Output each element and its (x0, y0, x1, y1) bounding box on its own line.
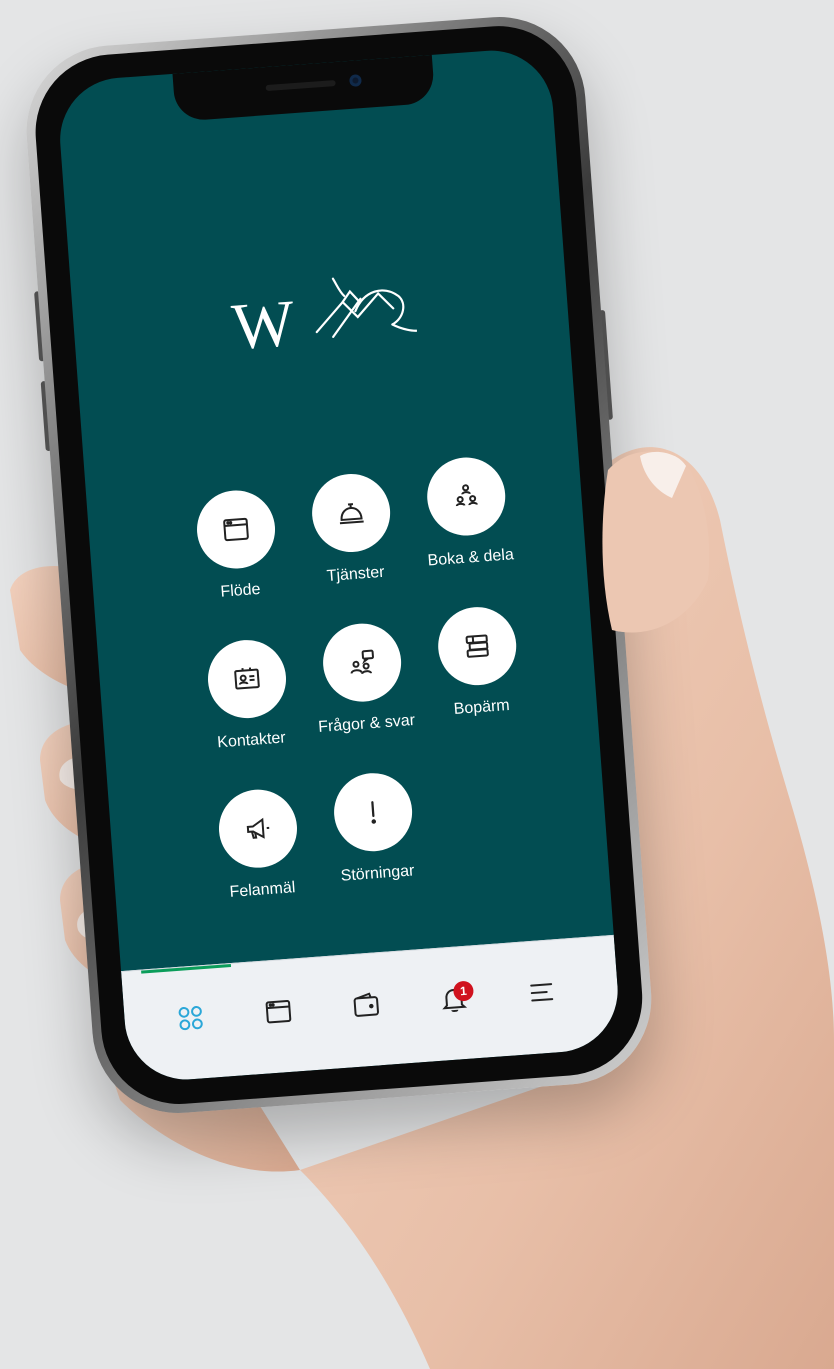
app-logo: W (229, 266, 425, 370)
exclamation-icon (371, 801, 377, 824)
menu-item-circle (194, 487, 278, 572)
menu-item-flode[interactable]: Flöde (178, 487, 296, 605)
menu-item-circle (435, 604, 519, 688)
menu-item-label: Kontakter (216, 729, 287, 752)
front-camera (349, 74, 362, 87)
phone-device: W Flöde Tjänster Boka & dela Kontakter F… (20, 10, 659, 1149)
menu-item-circle (216, 786, 300, 871)
menu-item-label: Tjänster (326, 563, 386, 585)
menu-item-circle (309, 471, 393, 555)
menu-item-circle (320, 620, 404, 705)
menu-item-storningar[interactable]: Störningar (315, 769, 433, 887)
phone-notch (172, 54, 436, 122)
wallet-icon (353, 992, 379, 1017)
tab-wallet[interactable] (334, 978, 398, 1032)
phone-frame: W Flöde Tjänster Boka & dela Kontakter F… (20, 10, 658, 1120)
contact-card-icon (234, 667, 260, 690)
grid-circles-icon (178, 1006, 203, 1031)
tab-feed[interactable] (247, 985, 311, 1039)
bottom-tab-bar: 1 (121, 934, 623, 1084)
menu-item-label: Boka & dela (427, 546, 515, 570)
menu-item-label: Frågor & svar (317, 711, 416, 736)
active-tab-indicator (141, 964, 232, 974)
menu-item-label: Felanmäl (229, 879, 296, 901)
menu-item-label: Störningar (340, 862, 416, 885)
notification-badge: 1 (452, 980, 475, 1002)
logo-letter: W (229, 286, 296, 365)
menu-item-felanmal[interactable]: Felanmäl (200, 786, 318, 904)
browser-window-icon (223, 517, 249, 542)
menu-item-tjanster[interactable]: Tjänster (293, 470, 411, 588)
menu-item-kontakter[interactable]: Kontakter (189, 636, 307, 754)
tab-home[interactable] (159, 991, 223, 1045)
logo-figure-icon (315, 277, 419, 338)
service-bell-icon (339, 503, 364, 525)
browser-window-icon (265, 1000, 292, 1024)
menu-grid: Flöde Tjänster Boka & dela Kontakter Frå… (178, 454, 519, 901)
menu-item-label: Flöde (219, 580, 262, 601)
menu-lines-icon (530, 983, 554, 1002)
app-screen: W Flöde Tjänster Boka & dela Kontakter F… (55, 46, 623, 1084)
menu-item-label: Bopärm (453, 696, 511, 718)
tab-menu[interactable] (510, 965, 574, 1019)
menu-item-fragor-svar[interactable]: Frågor & svar (304, 620, 422, 738)
question-answer-icon (350, 649, 374, 675)
tab-notifications[interactable]: 1 (422, 972, 486, 1026)
speaker-grille (265, 79, 336, 92)
menu-item-boka-dela[interactable]: Boka & dela (409, 454, 527, 572)
menu-item-circle (331, 770, 415, 854)
binder-stack-icon (465, 634, 489, 658)
menu-item-circle (205, 637, 289, 721)
phone-bezel: W Flöde Tjänster Boka & dela Kontakter F… (30, 20, 648, 1110)
people-group-icon (455, 484, 478, 507)
megaphone-icon (246, 817, 270, 839)
menu-item-boparm[interactable]: Bopärm (420, 603, 538, 721)
menu-item-circle (424, 454, 508, 539)
